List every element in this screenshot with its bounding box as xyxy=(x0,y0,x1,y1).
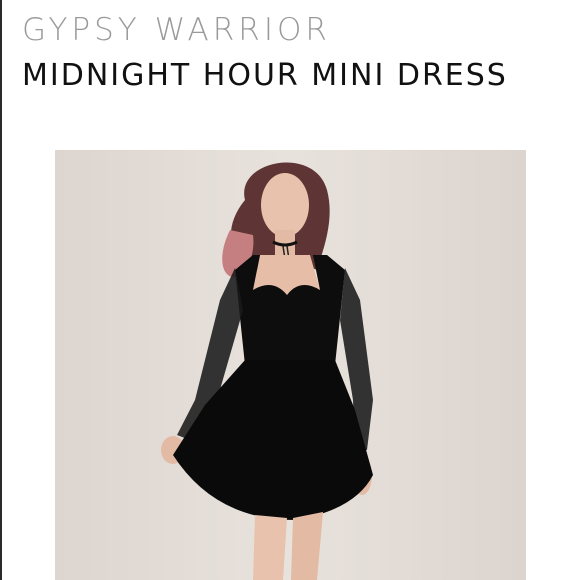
dress-model-illustration xyxy=(161,162,373,580)
left-border xyxy=(0,0,2,580)
product-title: MIDNIGHT HOUR MINI DRESS xyxy=(22,58,508,93)
brand-name[interactable]: GYPSY WARRIOR xyxy=(22,12,331,48)
product-photo[interactable] xyxy=(55,150,526,580)
face xyxy=(261,173,309,237)
left-leg xyxy=(253,515,287,580)
right-leg xyxy=(291,512,323,580)
